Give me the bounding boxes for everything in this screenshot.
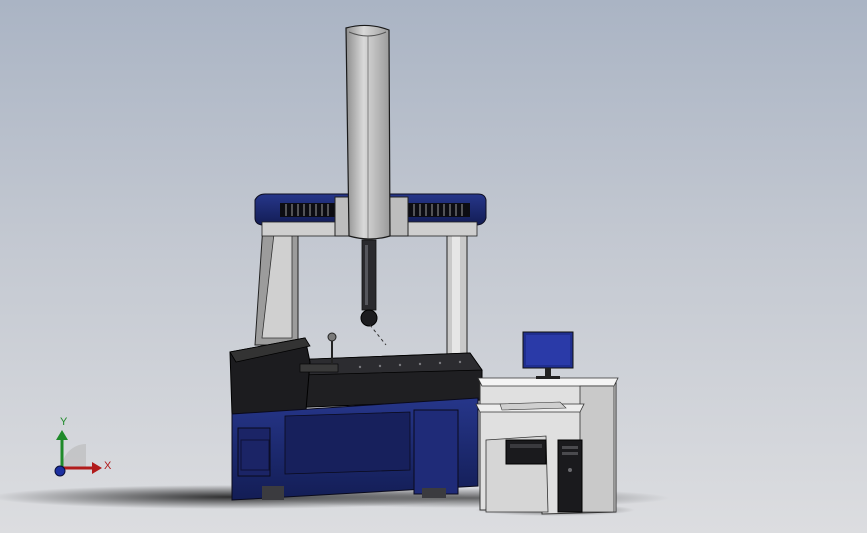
z-axis-origin-icon [54, 465, 66, 477]
y-axis-label: Y [60, 416, 68, 428]
printer [505, 439, 547, 465]
right-column [446, 224, 468, 361]
monitor [522, 331, 574, 379]
bridge-vent-right [408, 203, 470, 217]
pc-tower [557, 439, 583, 513]
3d-viewport[interactable]: Y X [0, 0, 867, 533]
bridge-vent-left [280, 203, 338, 217]
machine-base [231, 397, 479, 501]
x-axis-label: X [104, 460, 112, 472]
left-column [254, 224, 299, 346]
probe [360, 239, 387, 346]
computer-desk[interactable] [475, 331, 635, 516]
orientation-triad: Y X [54, 416, 112, 477]
z-ram [345, 24, 391, 240]
cmm-machine[interactable] [229, 24, 487, 501]
desk-body [475, 377, 619, 515]
left-housing [229, 337, 311, 415]
